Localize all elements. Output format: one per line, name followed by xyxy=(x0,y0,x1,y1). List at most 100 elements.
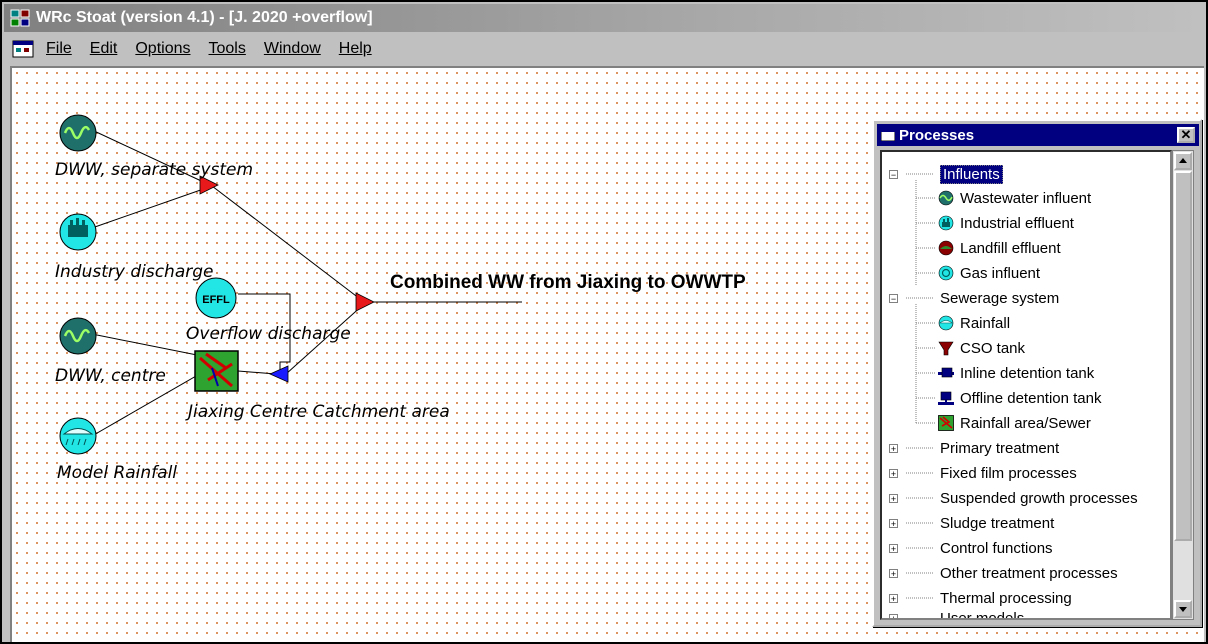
expand-icon[interactable]: + xyxy=(889,519,898,529)
tree-leaf-label: Gas influent xyxy=(960,264,1041,282)
tree-leaf-industrial-effluent[interactable]: Industrial effluent xyxy=(938,211,1074,235)
menu-file[interactable]: File xyxy=(44,38,74,60)
tree-leaf-gas-influent[interactable]: Gas influent xyxy=(938,261,1040,285)
tree-node-label: Fixed film processes xyxy=(940,464,1077,482)
vertical-scrollbar[interactable] xyxy=(1172,150,1194,620)
cso-tank-icon xyxy=(938,341,954,356)
overflow-splitter[interactable] xyxy=(269,365,289,383)
tree-leaf-label: Landfill effluent xyxy=(960,239,1061,257)
menu-edit[interactable]: Edit xyxy=(88,38,120,60)
label-combined: Combined WW from Jiaxing to OWWTP xyxy=(390,272,746,293)
label-dww-separate: DWW, separate system xyxy=(55,160,254,180)
tree-node-influents[interactable]: Influents xyxy=(940,162,1003,186)
menu-bar: File Edit Options Tools Window Help xyxy=(4,34,1204,64)
processes-window: Processes ✕ − Influents Wastewater influ… xyxy=(872,119,1202,627)
tree-leaf-rainfall-area-sewer[interactable]: Rainfall area/Sewer xyxy=(938,411,1091,435)
dww-separate-node[interactable] xyxy=(59,114,97,152)
expand-icon[interactable]: + xyxy=(889,614,898,618)
offline-detention-tank-icon xyxy=(938,391,954,405)
tree-leaf-label: Rainfall area/Sewer xyxy=(960,414,1091,432)
link-industry[interactable] xyxy=(91,185,213,229)
menu-tools[interactable]: Tools xyxy=(207,38,248,60)
menu-window[interactable]: Window xyxy=(262,38,323,60)
tree-node-label: Primary treatment xyxy=(940,439,1060,457)
label-dww-centre: DWW, centre xyxy=(55,366,166,386)
link-junction1-to-junction2[interactable] xyxy=(211,185,365,303)
effluent-node[interactable]: EFFL xyxy=(195,277,237,319)
rainfall-icon xyxy=(59,417,97,455)
processes-title: Processes xyxy=(899,126,975,144)
menu-help-label: Help xyxy=(338,40,372,57)
wastewater-influent-icon xyxy=(938,190,954,206)
expand-icon[interactable]: + xyxy=(889,569,898,579)
tree-node-label: Sludge treatment xyxy=(940,514,1055,532)
rainfall-area-sewer-icon xyxy=(938,415,954,431)
scroll-down-button[interactable] xyxy=(1174,600,1192,618)
menu-options[interactable]: Options xyxy=(133,38,192,60)
catchment-node[interactable] xyxy=(194,350,239,392)
close-button[interactable]: ✕ xyxy=(1177,127,1195,143)
tree-leaf-inline-detention-tank[interactable]: Inline detention tank xyxy=(938,361,1094,385)
tree-node-other-treatment[interactable]: Other treatment processes xyxy=(940,561,1118,585)
tree-leaf-label: Inline detention tank xyxy=(960,364,1095,382)
collapse-icon[interactable]: − xyxy=(889,294,898,304)
arrow-up-icon xyxy=(1179,158,1187,163)
tree-node-fixed-film[interactable]: Fixed film processes xyxy=(940,461,1077,485)
rainfall-icon xyxy=(938,315,954,331)
industry-node[interactable] xyxy=(59,213,97,251)
tree-node-label: Other treatment processes xyxy=(940,564,1118,582)
tree-leaf-label: Industrial effluent xyxy=(960,214,1074,232)
rainfall-node[interactable] xyxy=(59,417,97,455)
tree-node-sludge-treatment[interactable]: Sludge treatment xyxy=(940,511,1054,535)
label-industry: Industry discharge xyxy=(55,262,214,282)
effluent-text: EFFL xyxy=(202,294,230,306)
expand-icon[interactable]: + xyxy=(889,444,898,454)
stoat-app-icon[interactable] xyxy=(10,8,30,28)
expand-icon[interactable]: + xyxy=(889,494,898,504)
tree-node-label: Influents xyxy=(940,164,1003,184)
expand-icon[interactable]: + xyxy=(889,544,898,554)
tree-node-label: Thermal processing xyxy=(940,589,1072,607)
arrow-down-icon xyxy=(1179,607,1187,612)
tree-leaf-label: Wastewater influent xyxy=(960,189,1092,207)
tree-node-suspended-growth[interactable]: Suspended growth processes xyxy=(940,486,1138,510)
tree-node-control-functions[interactable]: Control functions xyxy=(940,536,1053,560)
tree-leaf-offline-detention-tank[interactable]: Offline detention tank xyxy=(938,386,1102,410)
label-overflow: Overflow discharge xyxy=(186,324,351,344)
tree-leaf-cso-tank[interactable]: CSO tank xyxy=(938,336,1025,360)
menu-options-label: Options xyxy=(135,40,191,57)
junction-2[interactable] xyxy=(355,292,375,312)
process-tree[interactable]: − Influents Wastewater influent Industri… xyxy=(880,150,1172,620)
tree-leaf-label: Rainfall xyxy=(960,314,1011,332)
tree-node-label: User models xyxy=(940,609,1025,620)
tree-node-primary-treatment[interactable]: Primary treatment xyxy=(940,436,1059,460)
tree-node-label: Sewerage system xyxy=(940,289,1060,307)
tree-leaf-rainfall[interactable]: Rainfall xyxy=(938,311,1010,335)
tree-node-user-models[interactable]: User models xyxy=(940,606,1025,620)
tree-node-label: Control functions xyxy=(940,539,1053,557)
scroll-thumb[interactable] xyxy=(1174,171,1192,541)
expand-icon[interactable]: + xyxy=(889,469,898,479)
menu-edit-label: Edit xyxy=(89,40,118,57)
title-bar[interactable]: WRc Stoat (version 4.1) - [J. 2020 +over… xyxy=(4,4,1204,32)
close-icon: ✕ xyxy=(1180,127,1192,142)
label-rainfall: Model Rainfall xyxy=(57,463,178,483)
inline-detention-tank-icon xyxy=(938,367,954,378)
dww-centre-node[interactable] xyxy=(59,317,97,355)
collapse-icon[interactable]: − xyxy=(889,170,898,180)
tree-leaf-wastewater-influent[interactable]: Wastewater influent xyxy=(938,186,1091,210)
gas-influent-icon xyxy=(938,265,954,281)
scroll-up-button[interactable] xyxy=(1174,152,1192,170)
window-title: WRc Stoat (version 4.1) - [J. 2020 +over… xyxy=(36,9,373,26)
landfill-effluent-icon xyxy=(938,240,954,256)
tree-leaf-label: CSO tank xyxy=(960,339,1026,357)
menu-window-label: Window xyxy=(263,40,321,57)
tree-leaf-label: Offline detention tank xyxy=(960,389,1102,407)
processes-title-bar[interactable]: Processes ✕ xyxy=(877,124,1199,146)
processes-window-icon xyxy=(881,129,895,141)
expand-icon[interactable]: + xyxy=(889,594,898,604)
document-icon[interactable] xyxy=(12,40,34,58)
tree-leaf-landfill-effluent[interactable]: Landfill effluent xyxy=(938,236,1061,260)
menu-help[interactable]: Help xyxy=(337,38,374,60)
tree-node-sewerage-system[interactable]: Sewerage system xyxy=(940,286,1059,310)
